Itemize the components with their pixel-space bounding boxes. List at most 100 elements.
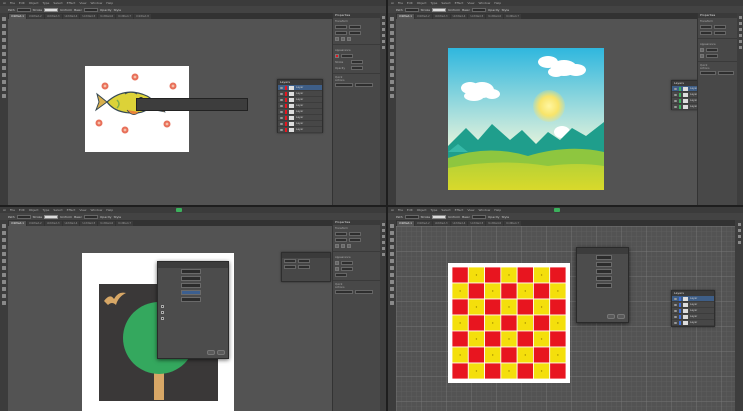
w-field[interactable] <box>335 31 347 35</box>
checkbox-box[interactable] <box>161 316 164 320</box>
stroke-swatch[interactable] <box>700 54 704 58</box>
document-tab[interactable]: Untitled-4 <box>62 221 80 226</box>
rotate-tool-icon[interactable] <box>2 266 6 270</box>
dialog-field[interactable] <box>181 290 201 295</box>
libraries-icon[interactable] <box>737 235 741 238</box>
eye-icon[interactable] <box>674 309 677 312</box>
properties-icon[interactable] <box>381 16 385 19</box>
control-label[interactable]: Basic <box>74 215 82 219</box>
swatches-icon[interactable] <box>381 34 385 37</box>
h-field[interactable] <box>349 31 361 35</box>
checker-cell-red[interactable] <box>516 330 534 348</box>
symbols-icon[interactable] <box>738 46 742 49</box>
document-tab[interactable]: Untitled-7 <box>504 14 522 19</box>
opacity-field[interactable] <box>351 66 363 70</box>
eye-icon[interactable] <box>674 321 677 324</box>
document-tab[interactable]: Untitled-5 <box>80 14 98 19</box>
scale-tool-icon[interactable] <box>2 66 6 70</box>
checker-cell-red[interactable] <box>451 330 469 348</box>
fill-swatch[interactable] <box>335 54 339 58</box>
checkbox-box[interactable] <box>161 304 164 308</box>
document-tab[interactable]: Untitled-3 <box>44 14 62 19</box>
document-tab[interactable]: Untitled-2 <box>26 14 44 19</box>
quick-action-button[interactable] <box>335 83 353 87</box>
panel-field[interactable] <box>298 259 310 263</box>
symbols-icon[interactable] <box>381 253 385 256</box>
hand-tool-icon[interactable] <box>2 294 6 298</box>
control-label[interactable]: Opacity <box>100 8 112 12</box>
style-field[interactable] <box>472 7 487 12</box>
dialog-field[interactable] <box>181 269 201 274</box>
checker-cell-red[interactable] <box>549 266 567 284</box>
ok-button[interactable] <box>607 314 615 319</box>
checker-cell-red[interactable] <box>533 282 551 300</box>
checker-cell-red[interactable] <box>484 298 502 316</box>
checker-cell-red[interactable] <box>451 298 469 316</box>
pen-tool-icon[interactable] <box>390 238 394 242</box>
control-label[interactable]: Opacity <box>100 215 112 219</box>
checker-cell-red[interactable] <box>516 266 534 284</box>
fill-field[interactable] <box>16 7 31 12</box>
h-field[interactable] <box>349 238 361 242</box>
align-icon[interactable] <box>335 244 339 248</box>
scale-tool-icon[interactable] <box>390 66 394 70</box>
x-field[interactable] <box>700 25 712 29</box>
pen-tool-icon[interactable] <box>2 31 6 35</box>
quick-action-button[interactable] <box>700 71 716 75</box>
control-label[interactable]: Uniform <box>448 8 460 12</box>
layer-row[interactable]: Layer <box>278 127 322 133</box>
eyedropper-tool-icon[interactable] <box>2 287 6 291</box>
checker-cell-red[interactable] <box>533 346 551 364</box>
pen-tool-icon[interactable] <box>2 238 6 242</box>
swatches-icon[interactable] <box>738 34 742 37</box>
quick-action-button[interactable] <box>718 71 734 75</box>
eye-icon[interactable] <box>674 87 677 90</box>
stroke-field[interactable] <box>44 214 59 219</box>
document-tab[interactable]: Untitled-3 <box>44 221 62 226</box>
workspace-badge[interactable] <box>554 208 561 212</box>
checker-cell-red[interactable] <box>484 330 502 348</box>
quick-action-button[interactable] <box>335 290 353 294</box>
swatches-icon[interactable] <box>737 241 741 244</box>
dialog-field[interactable] <box>181 276 201 281</box>
eyedropper-tool-icon[interactable] <box>390 287 394 291</box>
document-tab[interactable]: Untitled-1 <box>397 14 414 19</box>
checker-cell-red[interactable] <box>549 362 567 380</box>
dialog-field[interactable] <box>596 283 612 288</box>
brush-tool-icon[interactable] <box>2 259 6 263</box>
fill-field[interactable] <box>16 214 31 219</box>
direct-selection-tool-icon[interactable] <box>2 231 6 235</box>
checker-cell-red[interactable] <box>549 330 567 348</box>
style-field[interactable] <box>84 7 99 12</box>
fill-swatch[interactable] <box>335 261 339 265</box>
panel-field[interactable] <box>284 259 296 263</box>
dialog-field[interactable] <box>181 283 201 288</box>
brush-tool-icon[interactable] <box>390 52 394 56</box>
zoom-tool-icon[interactable] <box>390 94 394 98</box>
stroke-field[interactable] <box>351 60 363 64</box>
brushes-icon[interactable] <box>381 40 385 43</box>
checker-cell-red[interactable] <box>533 314 551 332</box>
document-tab[interactable]: Untitled-4 <box>62 14 80 19</box>
control-label[interactable]: Basic <box>74 8 82 12</box>
document-tab[interactable]: Untitled-6 <box>98 14 116 19</box>
document-tab[interactable]: Untitled-6 <box>486 14 504 19</box>
document-tab[interactable]: Untitled-2 <box>414 14 432 19</box>
control-label[interactable]: Style <box>502 8 510 12</box>
checkerboard-artwork[interactable] <box>448 263 570 383</box>
document-tab[interactable]: Untitled-5 <box>80 221 98 226</box>
document-tab[interactable]: Untitled-1 <box>9 221 26 226</box>
properties-icon[interactable] <box>738 16 742 19</box>
document-tab[interactable]: Untitled-6 <box>98 221 116 226</box>
align-icon[interactable] <box>347 37 351 41</box>
direct-selection-tool-icon[interactable] <box>390 24 394 28</box>
eye-icon[interactable] <box>280 92 283 95</box>
x-field[interactable] <box>335 232 347 236</box>
stroke-swatch[interactable] <box>335 267 339 271</box>
eye-icon[interactable] <box>280 104 283 107</box>
rotate-tool-icon[interactable] <box>2 59 6 63</box>
eye-icon[interactable] <box>674 303 677 306</box>
checker-cell-red[interactable] <box>451 362 469 380</box>
layers-icon[interactable] <box>381 229 385 232</box>
eye-icon[interactable] <box>674 99 677 102</box>
